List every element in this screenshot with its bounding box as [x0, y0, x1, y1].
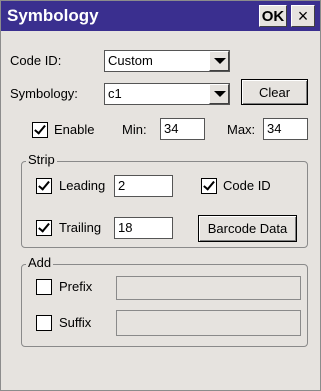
max-label: Max:	[227, 122, 256, 137]
symbology-label: Symbology:	[10, 86, 78, 101]
code-id-dropdown[interactable]: Custom	[104, 50, 230, 72]
chevron-down-icon[interactable]	[209, 84, 229, 104]
prefix-checkbox[interactable]	[36, 279, 52, 295]
prefix-label: Prefix	[59, 279, 93, 294]
code-id-strip-checkbox[interactable]	[201, 178, 217, 194]
leading-label: Leading	[59, 178, 106, 193]
symbology-dropdown[interactable]: c1	[104, 83, 230, 105]
max-input[interactable]: 34	[263, 118, 308, 140]
min-input[interactable]: 34	[160, 118, 205, 140]
window-title: Symbology	[7, 6, 99, 25]
leading-input[interactable]: 2	[114, 175, 173, 197]
enable-label: Enable	[54, 122, 95, 137]
strip-group-label: Strip	[26, 152, 57, 167]
leading-checkbox[interactable]	[36, 178, 52, 194]
code-id-strip-label: Code ID	[223, 178, 271, 193]
code-id-value: Custom	[108, 53, 153, 68]
add-group-label: Add	[26, 255, 54, 270]
barcode-data-button[interactable]: Barcode Data	[198, 215, 297, 242]
suffix-label: Suffix	[59, 315, 92, 330]
close-button[interactable]: ×	[291, 5, 315, 27]
ok-button[interactable]: OK	[259, 5, 287, 27]
suffix-input[interactable]	[116, 310, 301, 336]
symbology-value: c1	[108, 86, 122, 101]
symbology-dialog: Symbology OK × Code ID: Custom Symbology…	[0, 0, 321, 391]
trailing-checkbox[interactable]	[36, 220, 52, 236]
enable-checkbox[interactable]	[32, 122, 48, 138]
chevron-down-icon[interactable]	[209, 51, 229, 71]
prefix-input[interactable]	[116, 276, 301, 300]
trailing-input[interactable]: 18	[114, 217, 173, 239]
title-bar: Symbology OK ×	[1, 1, 320, 31]
code-id-label: Code ID:	[10, 53, 62, 68]
clear-button[interactable]: Clear	[241, 79, 308, 105]
trailing-label: Trailing	[59, 220, 102, 235]
suffix-checkbox[interactable]	[36, 315, 52, 331]
min-label: Min:	[122, 122, 147, 137]
